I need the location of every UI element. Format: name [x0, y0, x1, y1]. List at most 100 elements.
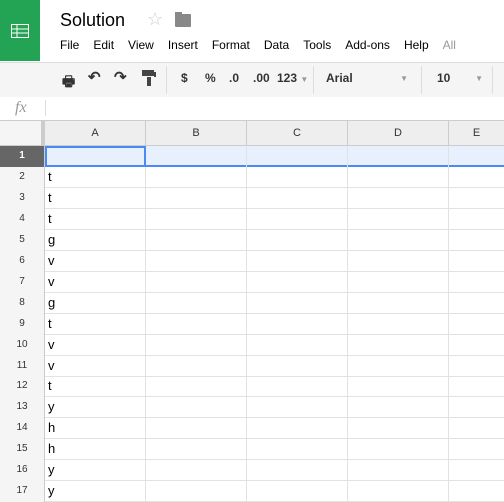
cell-c2[interactable]	[247, 166, 348, 188]
menu-insert[interactable]: Insert	[168, 38, 198, 52]
cell-b3[interactable]	[146, 187, 247, 209]
cell-a1[interactable]	[45, 146, 146, 167]
cell-c5[interactable]	[247, 229, 348, 251]
cell-e3[interactable]	[449, 188, 504, 209]
cell-d8[interactable]	[348, 292, 449, 314]
cell-a14[interactable]: h	[45, 418, 146, 440]
cell-a8[interactable]: g	[45, 292, 146, 314]
cell-e11[interactable]	[449, 356, 504, 377]
cell-c7[interactable]	[247, 271, 348, 293]
cell-a3[interactable]: t	[45, 187, 146, 209]
cell-c6[interactable]	[247, 250, 348, 272]
cell-e15[interactable]	[449, 439, 504, 460]
cell-b12[interactable]	[146, 376, 247, 398]
cell-e13[interactable]	[449, 397, 504, 418]
cell-a2[interactable]: t	[45, 166, 146, 188]
column-header-a[interactable]: A	[45, 121, 146, 146]
row-header[interactable]: 7	[0, 271, 45, 293]
cell-a5[interactable]: g	[45, 229, 146, 251]
cell-b14[interactable]	[146, 418, 247, 440]
cell-d15[interactable]	[348, 439, 449, 461]
cell-c12[interactable]	[247, 376, 348, 398]
row-header[interactable]: 16	[0, 460, 45, 482]
cell-c1[interactable]	[247, 146, 348, 167]
row-header[interactable]: 12	[0, 376, 45, 398]
document-title[interactable]: Solution	[60, 10, 125, 31]
column-header-b[interactable]: B	[146, 121, 247, 146]
cell-e2[interactable]	[449, 167, 504, 188]
cell-b2[interactable]	[146, 166, 247, 188]
cell-c13[interactable]	[247, 397, 348, 419]
cell-a9[interactable]: t	[45, 313, 146, 335]
cell-a17[interactable]: y	[45, 481, 146, 502]
cell-d2[interactable]	[348, 166, 449, 188]
menu-all[interactable]: All	[443, 38, 456, 52]
undo-icon[interactable]: ↶	[88, 68, 101, 86]
menu-file[interactable]: File	[60, 38, 79, 52]
cell-a4[interactable]: t	[45, 208, 146, 230]
cell-d3[interactable]	[348, 187, 449, 209]
cell-a7[interactable]: v	[45, 271, 146, 293]
print-icon[interactable]: 🖶	[62, 71, 75, 95]
increase-decimal-button[interactable]: .00	[253, 71, 270, 85]
cell-e8[interactable]	[449, 293, 504, 314]
cell-e9[interactable]	[449, 314, 504, 335]
cell-c16[interactable]	[247, 460, 348, 482]
cell-b10[interactable]	[146, 334, 247, 356]
cell-c8[interactable]	[247, 292, 348, 314]
cell-d16[interactable]	[348, 460, 449, 482]
row-header[interactable]: 10	[0, 334, 45, 356]
cell-d13[interactable]	[348, 397, 449, 419]
menu-tools[interactable]: Tools	[303, 38, 331, 52]
cell-a15[interactable]: h	[45, 439, 146, 461]
menu-help[interactable]: Help	[404, 38, 429, 52]
row-header[interactable]: 2	[0, 166, 45, 188]
font-dropdown[interactable]: Arial ▼	[326, 71, 408, 85]
cell-b8[interactable]	[146, 292, 247, 314]
cell-b13[interactable]	[146, 397, 247, 419]
row-header[interactable]: 5	[0, 229, 45, 251]
cell-b1[interactable]	[146, 146, 247, 167]
cell-e5[interactable]	[449, 230, 504, 251]
menu-data[interactable]: Data	[264, 38, 289, 52]
star-icon[interactable]: ☆	[147, 9, 163, 30]
cell-e6[interactable]	[449, 251, 504, 272]
row-header[interactable]: 3	[0, 187, 45, 209]
select-all-corner[interactable]	[0, 121, 45, 146]
cell-e7[interactable]	[449, 272, 504, 293]
column-header-e[interactable]: E	[449, 121, 504, 146]
decrease-decimal-button[interactable]: .0	[229, 71, 239, 85]
cell-d14[interactable]	[348, 418, 449, 440]
menu-format[interactable]: Format	[212, 38, 250, 52]
cell-b4[interactable]	[146, 208, 247, 230]
cell-a13[interactable]: y	[45, 397, 146, 419]
cell-d10[interactable]	[348, 334, 449, 356]
cell-e16[interactable]	[449, 460, 504, 481]
row-header[interactable]: 6	[0, 250, 45, 272]
cell-a6[interactable]: v	[45, 250, 146, 272]
cell-b15[interactable]	[146, 439, 247, 461]
cell-c11[interactable]	[247, 355, 348, 377]
column-header-c[interactable]: C	[247, 121, 348, 146]
menu-add-ons[interactable]: Add-ons	[345, 38, 390, 52]
cell-a10[interactable]: v	[45, 334, 146, 356]
row-header[interactable]: 17	[0, 481, 45, 502]
cell-a12[interactable]: t	[45, 376, 146, 398]
cell-a11[interactable]: v	[45, 355, 146, 377]
cell-b17[interactable]	[146, 481, 247, 502]
row-header[interactable]: 1	[0, 146, 45, 167]
folder-icon[interactable]	[175, 12, 191, 27]
row-header[interactable]: 11	[0, 355, 45, 377]
currency-button[interactable]: $	[181, 71, 188, 85]
menu-edit[interactable]: Edit	[93, 38, 114, 52]
cell-d7[interactable]	[348, 271, 449, 293]
cell-d4[interactable]	[348, 208, 449, 230]
row-header[interactable]: 4	[0, 208, 45, 230]
cell-c10[interactable]	[247, 334, 348, 356]
row-header[interactable]: 15	[0, 439, 45, 461]
cell-d12[interactable]	[348, 376, 449, 398]
cell-e12[interactable]	[449, 376, 504, 397]
cell-e1[interactable]	[449, 146, 504, 167]
cell-c15[interactable]	[247, 439, 348, 461]
redo-icon[interactable]: ↷	[114, 68, 127, 86]
